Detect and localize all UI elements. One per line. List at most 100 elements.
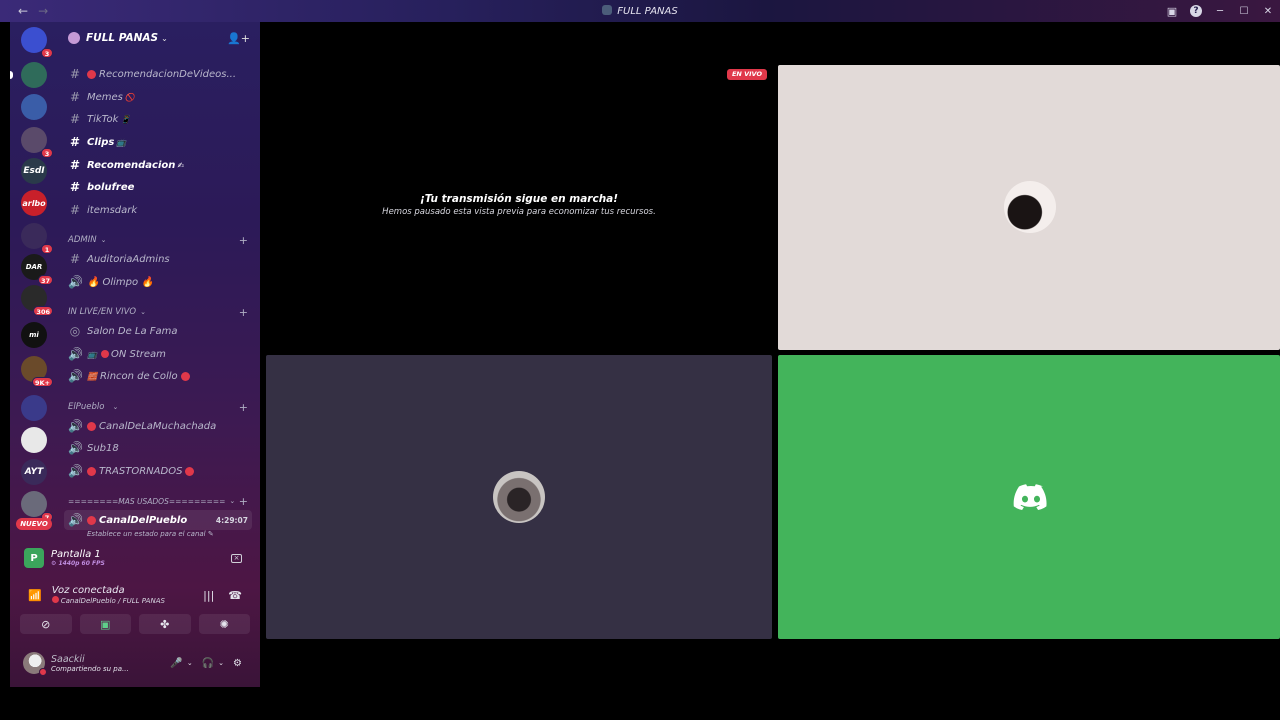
maximize-button[interactable]: ☐ bbox=[1232, 6, 1256, 17]
voice-channel-item[interactable]: 🔊 Sub18 bbox=[64, 438, 252, 458]
close-button[interactable]: ✕ bbox=[1256, 6, 1280, 17]
server-icon[interactable]: 306 bbox=[21, 285, 53, 316]
voice-channel-item[interactable]: 🔊 📺 ON Stream bbox=[64, 344, 252, 364]
stage-channel-item[interactable]: ◎ Salon De La Fama bbox=[64, 321, 252, 341]
server-list: 3 3 EsdI arlbo 1 DAR37 306 mi 9K+ AYT 7 … bbox=[10, 22, 58, 542]
voice-timer: 4:29:07 bbox=[215, 515, 248, 525]
channel-item[interactable]: # bolufree bbox=[64, 177, 252, 197]
server-icon[interactable] bbox=[21, 94, 47, 120]
active-voice-channel[interactable]: 🔊 CanalDelPueblo 4:29:07 bbox=[64, 510, 252, 530]
invite-icon[interactable]: 👤+ bbox=[227, 32, 250, 45]
hashtag-icon: # bbox=[69, 112, 81, 126]
add-channel-icon[interactable]: + bbox=[239, 234, 248, 247]
server-icon[interactable]: mi bbox=[21, 322, 47, 348]
no-entry-icon bbox=[87, 466, 96, 476]
server-icon[interactable] bbox=[21, 427, 47, 453]
hashtag-icon: # bbox=[69, 252, 81, 266]
server-icon[interactable]: arlbo bbox=[21, 190, 47, 216]
minimize-button[interactable]: ─ bbox=[1208, 6, 1232, 17]
gear-icon[interactable]: ⚙ bbox=[233, 658, 242, 669]
add-channel-icon[interactable]: + bbox=[239, 306, 248, 319]
add-channel-icon[interactable]: + bbox=[239, 495, 248, 508]
screen-share-icon: P bbox=[24, 548, 44, 568]
server-icon bbox=[68, 32, 80, 44]
forward-button[interactable]: → bbox=[38, 4, 48, 18]
paused-preview-message: ¡Tu transmisión sigue en marcha! Hemos p… bbox=[266, 193, 772, 217]
channel-item[interactable]: # TikTok 📱 bbox=[64, 109, 252, 129]
server-icon[interactable] bbox=[10, 62, 47, 88]
selected-indicator bbox=[10, 71, 13, 79]
server-icon bbox=[602, 5, 613, 15]
channel-item[interactable]: # Clips 📺 bbox=[64, 132, 252, 152]
server-icon[interactable]: 7 bbox=[21, 491, 53, 522]
disconnect-icon[interactable]: ☎ bbox=[228, 589, 242, 602]
speaker-icon: 🔊 bbox=[68, 464, 83, 478]
status-indicator bbox=[39, 668, 47, 676]
hashtag-icon: # bbox=[69, 158, 81, 172]
channel-list: FULL PANAS ⌄ 👤+ # RecomendacionDeVideos..… bbox=[58, 22, 260, 542]
channel-item[interactable]: # Memes 🚫 bbox=[64, 87, 252, 107]
chevron-down-icon: ⌄ bbox=[161, 33, 168, 43]
avatar[interactable] bbox=[23, 652, 47, 676]
server-icon[interactable]: 3 bbox=[21, 127, 53, 158]
help-icon[interactable]: ? bbox=[1190, 5, 1202, 17]
voice-connection-panel: 📶 Voz conectada CanalDelPueblo / FULL PA… bbox=[10, 580, 260, 610]
channel-item[interactable]: # itemsdark bbox=[64, 200, 252, 220]
channel-item[interactable]: # AuditoriaAdmins bbox=[64, 249, 252, 269]
server-icon[interactable]: 9K+ bbox=[21, 356, 53, 387]
speaker-icon: 🔊 bbox=[68, 441, 83, 455]
back-button[interactable]: ← bbox=[18, 4, 28, 18]
server-icon[interactable]: 1 bbox=[21, 223, 53, 254]
inbox-icon[interactable]: ▣ bbox=[1160, 5, 1184, 18]
speaker-icon: 🔊 bbox=[68, 513, 83, 527]
chevron-down-icon[interactable]: ⌄ bbox=[187, 659, 193, 667]
voice-channel-item[interactable]: 🔊 🧱 Rincon de Collo bbox=[64, 366, 252, 386]
category-mas-usados[interactable]: ========MAS USADOS========= ⌄ + bbox=[68, 494, 248, 508]
category-pueblo[interactable]: ElPueblo ⌄ + bbox=[68, 400, 248, 414]
category-admin[interactable]: ADMIN ⌄ + bbox=[68, 233, 248, 247]
voice-location[interactable]: CanalDelPueblo / FULL PANAS bbox=[51, 596, 165, 605]
screen-share-button[interactable]: ▣ bbox=[79, 614, 131, 634]
noise-suppression-icon[interactable]: ||| bbox=[203, 589, 214, 602]
chevron-down-icon: ⌄ bbox=[112, 403, 119, 411]
activities-button[interactable]: ✤ bbox=[139, 614, 191, 634]
speaker-icon: 🔊 bbox=[68, 369, 83, 383]
server-icon[interactable]: EsdI bbox=[21, 158, 47, 184]
no-entry-icon bbox=[180, 371, 190, 381]
channel-item[interactable]: # Recomendacion ✍ bbox=[64, 155, 252, 175]
server-icon[interactable]: DAR 37 bbox=[21, 254, 53, 285]
user-status[interactable]: Compartiendo su pa... bbox=[51, 665, 129, 673]
add-channel-icon[interactable]: + bbox=[239, 401, 248, 414]
stage-icon: ◎ bbox=[69, 324, 81, 338]
server-header[interactable]: FULL PANAS ⌄ 👤+ bbox=[58, 22, 260, 54]
soundboard-button[interactable]: ✺ bbox=[198, 614, 250, 634]
participant-avatar bbox=[1004, 181, 1056, 233]
chevron-down-icon[interactable]: ⌄ bbox=[218, 659, 224, 667]
username[interactable]: Saackii bbox=[51, 654, 129, 665]
server-icon[interactable]: 3 bbox=[21, 27, 53, 58]
chevron-down-icon: ⌄ bbox=[229, 497, 236, 505]
voice-channel-item[interactable]: 🔊 TRASTORNADOS bbox=[64, 461, 252, 481]
voice-status[interactable]: Voz conectada bbox=[52, 585, 165, 596]
folder-icon[interactable] bbox=[21, 395, 47, 421]
speaker-icon: 🔊 bbox=[68, 275, 83, 289]
stream-quality: ⚙ 1440p 60 FPS bbox=[51, 560, 105, 567]
server-icon[interactable]: AYT bbox=[21, 459, 47, 485]
channel-item[interactable]: # RecomendacionDeVideos... bbox=[64, 64, 252, 84]
signal-icon[interactable]: 📶 bbox=[28, 589, 42, 602]
stream-panel: P Pantalla 1 ⚙ 1440p 60 FPS × bbox=[10, 542, 260, 574]
microphone-icon[interactable]: 🎤 bbox=[170, 658, 182, 669]
stop-stream-icon[interactable]: × bbox=[231, 553, 242, 563]
voice-channel-item[interactable]: 🔊 CanalDeLaMuchachada bbox=[64, 416, 252, 436]
live-dot-icon bbox=[100, 350, 109, 358]
chevron-down-icon: ⌄ bbox=[100, 236, 107, 244]
headphones-icon[interactable]: 🎧 bbox=[202, 658, 214, 669]
stream-title: Pantalla 1 bbox=[51, 549, 101, 560]
no-entry-icon bbox=[185, 466, 195, 476]
channel-status-hint[interactable]: Establece un estado para el canal ✎ bbox=[87, 530, 214, 538]
hashtag-icon: # bbox=[69, 180, 81, 194]
camera-off-button[interactable]: ⊘ bbox=[20, 614, 72, 634]
voice-channel-item[interactable]: 🔊 🔥 Olimpo 🔥 bbox=[64, 272, 252, 292]
category-live[interactable]: IN LIVE/EN VIVO ⌄ + bbox=[68, 305, 248, 319]
no-entry-icon bbox=[87, 69, 96, 79]
